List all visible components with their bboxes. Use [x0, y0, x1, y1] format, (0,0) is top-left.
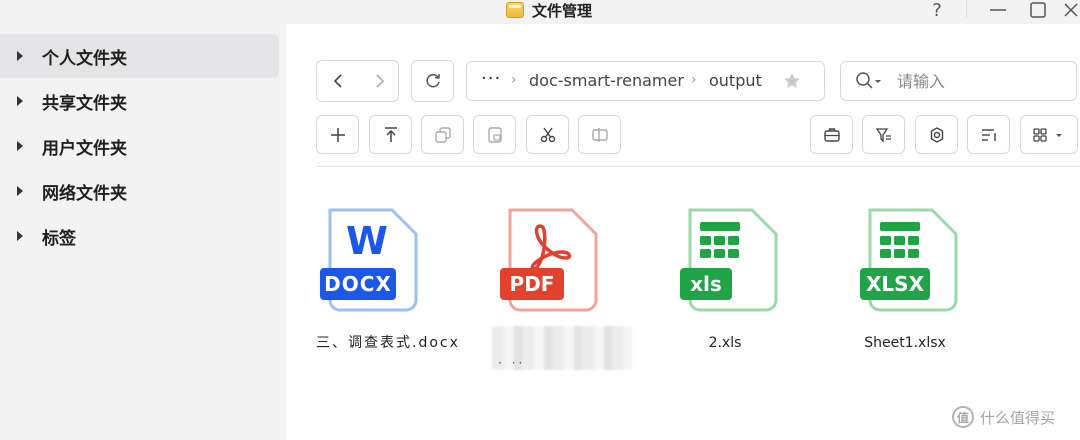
sidebar-item-shared-folder[interactable]: 共享文件夹: [0, 79, 279, 123]
sidebar-item-tags[interactable]: 标签: [0, 214, 279, 258]
paste-button[interactable]: [473, 115, 516, 154]
close-button[interactable]: [1062, 0, 1080, 20]
sidebar-item-label: 网络文件夹: [42, 183, 127, 204]
watermark-text: 什么值得买: [980, 408, 1056, 427]
search-icon[interactable]: [855, 71, 883, 95]
sort-icon: [981, 128, 996, 141]
maximize-button[interactable]: [1026, 0, 1050, 20]
refresh-button[interactable]: [411, 60, 454, 102]
file-name: 三、调查表式.docx: [316, 335, 460, 351]
search-input[interactable]: [897, 70, 1067, 92]
caret-right-icon: [17, 186, 23, 196]
minimize-button[interactable]: [986, 0, 1010, 20]
copy-button[interactable]: [421, 115, 464, 154]
watermark-logo-icon: 值: [952, 406, 974, 428]
filter-button[interactable]: [862, 115, 905, 154]
watermark: 值 什么值得买: [952, 406, 1055, 428]
file-type-badge: DOCX: [324, 272, 392, 296]
maximize-icon: [1030, 2, 1046, 18]
settings-button[interactable]: [915, 115, 958, 154]
file-type-badge: XLSX: [866, 272, 924, 296]
file-name: Sheet1.xlsx: [864, 335, 946, 351]
breadcrumb-separator-icon: ›: [691, 72, 697, 88]
close-icon: [1064, 3, 1078, 17]
plus-icon: [330, 127, 345, 142]
favorite-star-icon[interactable]: [783, 72, 801, 94]
grid-view-icon: [1033, 127, 1062, 142]
file-manager-app-icon: [506, 2, 524, 18]
view-mode-button[interactable]: [1020, 115, 1078, 154]
chevron-right-icon: [376, 74, 385, 88]
file-item-pdf[interactable]: PDF: [470, 208, 620, 408]
sidebar-item-personal-folder[interactable]: 个人文件夹: [0, 34, 279, 78]
caret-right-icon: [17, 231, 23, 241]
search-box[interactable]: [840, 61, 1077, 101]
caret-right-icon: [17, 141, 23, 151]
breadcrumb-separator-icon: ›: [511, 72, 517, 88]
file-name-blurred-tail: · ··: [498, 356, 526, 370]
toolbar-divider: [316, 166, 1080, 167]
cut-button[interactable]: [526, 115, 569, 154]
caret-right-icon: [17, 51, 23, 61]
title-divider: [966, 0, 967, 18]
sidebar: 个人文件夹 共享文件夹 用户文件夹 网络文件夹 标签: [0, 24, 286, 440]
sidebar-item-network-folder[interactable]: 网络文件夹: [0, 169, 279, 213]
svg-text:W: W: [346, 219, 388, 263]
scissors-icon: [540, 127, 555, 142]
rename-button[interactable]: [578, 115, 621, 154]
title-bar: 文件管理 ?: [0, 0, 1080, 24]
caret-right-icon: [17, 96, 23, 106]
sort-button[interactable]: [967, 115, 1010, 154]
sidebar-item-user-folder[interactable]: 用户文件夹: [0, 124, 279, 168]
file-type-badge: xls: [690, 272, 722, 296]
gear-icon: [930, 126, 943, 143]
breadcrumb-segment[interactable]: output: [709, 71, 762, 90]
sidebar-item-label: 个人文件夹: [42, 48, 127, 69]
breadcrumb-segment[interactable]: doc-smart-renamer: [529, 71, 684, 90]
chevron-left-icon: [333, 74, 342, 88]
file-type-badge: PDF: [509, 272, 555, 296]
star-icon: [784, 73, 800, 88]
sidebar-item-label: 共享文件夹: [42, 93, 127, 114]
upload-icon: [384, 126, 397, 142]
file-item-xlsx[interactable]: XLSX Sheet1.xlsx: [830, 208, 980, 408]
file-name: 2.xls: [708, 335, 742, 351]
file-item-xls[interactable]: xls 2.xls: [650, 208, 800, 408]
paste-icon: [487, 126, 502, 143]
file-item-docx[interactable]: W DOCX 三、调查表式.docx: [290, 208, 458, 408]
rename-icon: [591, 127, 608, 142]
upload-button[interactable]: [369, 115, 412, 154]
main-panel: ··· › doc-smart-renamer › output 请输入 W D…: [286, 34, 1080, 440]
window-title: 文件管理: [532, 1, 593, 20]
minimize-icon: [990, 9, 1006, 11]
window-title-group: 文件管理: [506, 0, 592, 20]
refresh-icon: [425, 73, 440, 88]
nav-button-group: [316, 60, 399, 102]
filter-icon: [875, 127, 891, 143]
new-button[interactable]: [316, 115, 359, 154]
breadcrumb-more-icon[interactable]: ···: [481, 68, 501, 89]
copy-icon: [434, 126, 451, 143]
toolbox-button[interactable]: [810, 115, 853, 154]
forward-button[interactable]: [369, 71, 389, 91]
sidebar-item-label: 用户文件夹: [42, 138, 127, 159]
back-button[interactable]: [329, 71, 349, 91]
breadcrumb[interactable]: ··· › doc-smart-renamer › output: [466, 61, 825, 101]
help-icon[interactable]: ?: [928, 0, 946, 21]
sidebar-item-label: 标签: [42, 228, 76, 249]
briefcase-icon: [823, 127, 840, 142]
